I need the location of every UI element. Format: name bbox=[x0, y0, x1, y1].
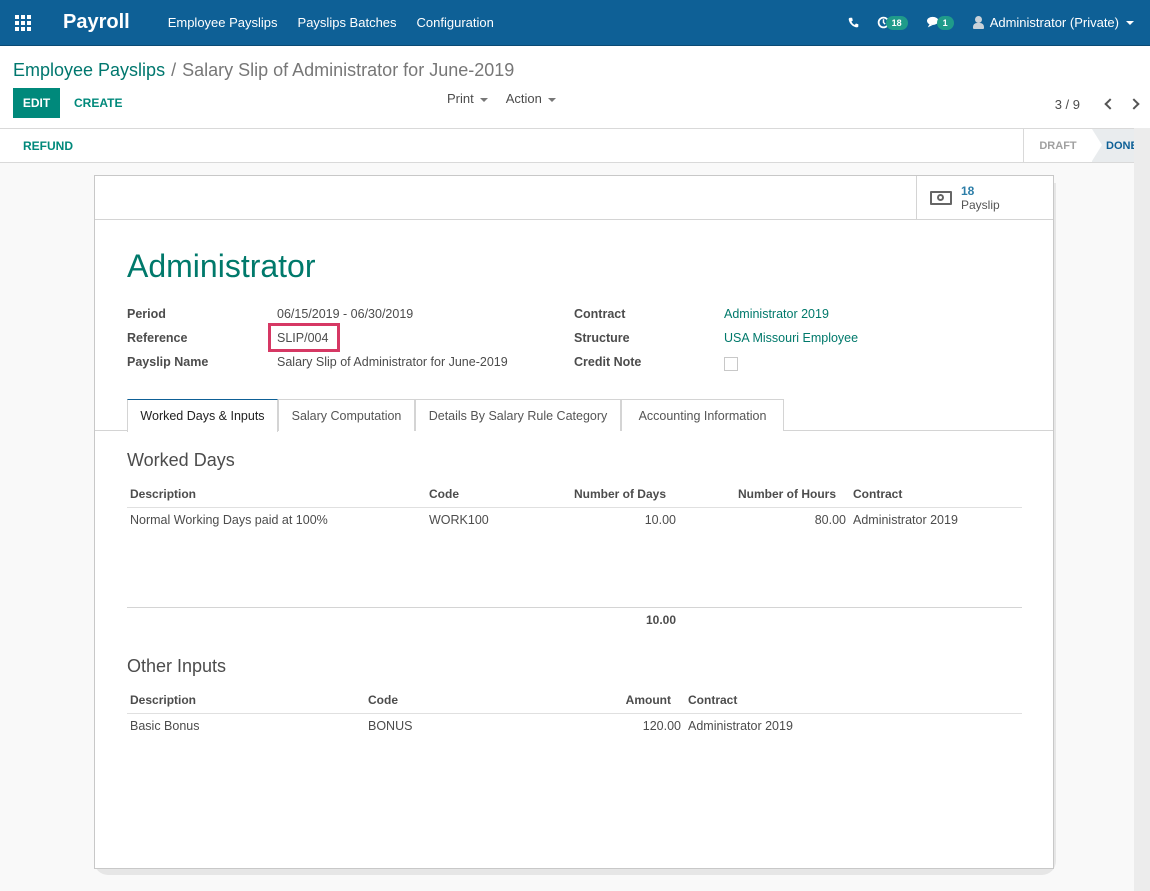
pager-value[interactable]: 3 / 9 bbox=[1055, 97, 1080, 112]
action-label: Action bbox=[505, 91, 542, 106]
oi-cell-contract: Administrator 2019 bbox=[688, 719, 793, 733]
notebook-tabs: Worked Days & Inputs Salary Computation … bbox=[95, 399, 1053, 432]
edit-button[interactable]: EDIT bbox=[13, 88, 60, 118]
oi-col-amount[interactable]: Amount bbox=[570, 693, 671, 707]
wd-col-hours[interactable]: Number of Hours bbox=[695, 487, 836, 501]
status-steps: DRAFT DONE bbox=[1023, 129, 1150, 162]
pager-next-button[interactable] bbox=[1122, 94, 1150, 114]
form-statusbar: REFUND DRAFT DONE bbox=[0, 129, 1150, 163]
status-step-draft: DRAFT bbox=[1024, 129, 1102, 162]
phone-icon bbox=[848, 17, 858, 28]
worked-days-title: Worked Days bbox=[127, 450, 235, 470]
wd-cell-contract: Administrator 2019 bbox=[853, 513, 958, 527]
breadcrumb-current: Salary Slip of Administrator for June-20… bbox=[182, 60, 515, 80]
breadcrumb-separator: / bbox=[171, 60, 177, 80]
wd-col-code[interactable]: Code bbox=[429, 487, 459, 501]
reference-label: Reference bbox=[127, 331, 188, 345]
main-menu: Employee Payslips Payslips Batches Confi… bbox=[158, 0, 504, 46]
pager: 3 / 9 bbox=[1055, 94, 1150, 114]
oi-header-divider bbox=[127, 713, 1022, 714]
structure-label: Structure bbox=[574, 331, 630, 345]
contract-link[interactable]: Administrator 2019 bbox=[724, 307, 829, 321]
chevron-right-icon bbox=[1128, 98, 1140, 110]
oi-col-contract[interactable]: Contract bbox=[688, 693, 737, 707]
top-navbar: Payroll Employee Payslips Payslips Batch… bbox=[0, 0, 1150, 46]
payslip-count: 18 bbox=[961, 183, 975, 198]
oi-col-description[interactable]: Description bbox=[130, 693, 196, 707]
wd-col-contract[interactable]: Contract bbox=[853, 487, 902, 501]
button-box: 18 Payslip bbox=[95, 176, 1053, 220]
wd-total-days: 10.00 bbox=[645, 613, 676, 627]
print-label: Print bbox=[447, 91, 474, 106]
create-button[interactable]: CREATE bbox=[74, 88, 122, 118]
activity-button[interactable]: 18 bbox=[868, 0, 917, 46]
caret-down-icon bbox=[479, 97, 488, 102]
wd-footer-divider bbox=[127, 607, 1022, 608]
control-panel: Employee Payslips / Salary Slip of Adminis… bbox=[0, 46, 1150, 129]
period-value: 06/15/2019 - 06/30/2019 bbox=[277, 307, 414, 321]
contract-label: Contract bbox=[574, 307, 626, 321]
activity-count-badge: 18 bbox=[885, 15, 908, 30]
messages-button[interactable]: 1 bbox=[917, 0, 963, 46]
caret-down-icon bbox=[1126, 20, 1134, 25]
credit-note-label: Credit Note bbox=[574, 355, 642, 369]
payslip-name-label: Payslip Name bbox=[127, 355, 209, 369]
wd-cell-hours: 80.00 bbox=[814, 513, 846, 527]
user-avatar-icon bbox=[972, 16, 984, 29]
employee-name-title: Administrator bbox=[127, 248, 316, 284]
print-dropdown[interactable]: Print bbox=[447, 91, 488, 106]
tab-details-by-salary-rule-category[interactable]: Details By Salary Rule Category bbox=[415, 399, 621, 431]
wd-cell-description: Normal Working Days paid at 100% bbox=[130, 513, 328, 527]
breadcrumb: Employee Payslips / Salary Slip of Adminis… bbox=[13, 60, 514, 81]
menu-payslips-batches[interactable]: Payslips Batches bbox=[288, 0, 407, 46]
wd-header-divider bbox=[127, 507, 1022, 508]
oi-cell-description: Basic Bonus bbox=[130, 719, 200, 733]
user-name: Administrator (Private) bbox=[989, 15, 1119, 30]
oi-cell-code: BONUS bbox=[368, 719, 413, 733]
chevron-left-icon bbox=[1104, 98, 1116, 110]
breadcrumb-parent[interactable]: Employee Payslips bbox=[13, 60, 165, 80]
pager-previous-button[interactable] bbox=[1094, 94, 1122, 114]
caret-down-icon bbox=[547, 97, 556, 102]
refund-button[interactable]: REFUND bbox=[23, 129, 73, 162]
money-icon bbox=[930, 190, 952, 205]
action-dropdown[interactable]: Action bbox=[506, 91, 556, 106]
other-inputs-title: Other Inputs bbox=[127, 656, 227, 676]
wd-col-days[interactable]: Number of Days bbox=[545, 487, 666, 501]
form-sheet: 18 Payslip Administrator Period 06/15/20… bbox=[94, 175, 1054, 869]
wd-cell-days: 10.00 bbox=[644, 513, 676, 527]
app-brand: Payroll bbox=[63, 11, 130, 33]
user-menu[interactable]: Administrator (Private) bbox=[963, 15, 1150, 30]
period-label: Period bbox=[127, 307, 166, 321]
oi-cell-amount: 120.00 bbox=[642, 719, 681, 733]
payslip-name-value: Salary Slip of Administrator for June-20… bbox=[277, 355, 508, 369]
credit-note-checkbox[interactable] bbox=[724, 357, 738, 371]
structure-link[interactable]: USA Missouri Employee bbox=[724, 331, 858, 345]
menu-configuration[interactable]: Configuration bbox=[407, 0, 504, 46]
scrollbar-track[interactable] bbox=[1134, 128, 1150, 891]
wd-cell-code: WORK100 bbox=[429, 513, 489, 527]
phone-button[interactable] bbox=[839, 0, 868, 46]
apps-menu-icon[interactable] bbox=[0, 0, 46, 46]
messages-count-badge: 1 bbox=[936, 15, 954, 30]
wd-col-description[interactable]: Description bbox=[130, 487, 196, 501]
reference-highlight bbox=[268, 323, 340, 352]
tab-accounting-information[interactable]: Accounting Information bbox=[621, 399, 784, 431]
tab-salary-computation[interactable]: Salary Computation bbox=[278, 399, 415, 431]
tab-worked-days-inputs[interactable]: Worked Days & Inputs bbox=[127, 399, 278, 432]
payslip-label: Payslip bbox=[961, 197, 1000, 212]
oi-col-code[interactable]: Code bbox=[368, 693, 398, 707]
menu-employee-payslips[interactable]: Employee Payslips bbox=[158, 0, 288, 46]
payslip-stat-button[interactable]: 18 Payslip bbox=[916, 176, 1053, 219]
